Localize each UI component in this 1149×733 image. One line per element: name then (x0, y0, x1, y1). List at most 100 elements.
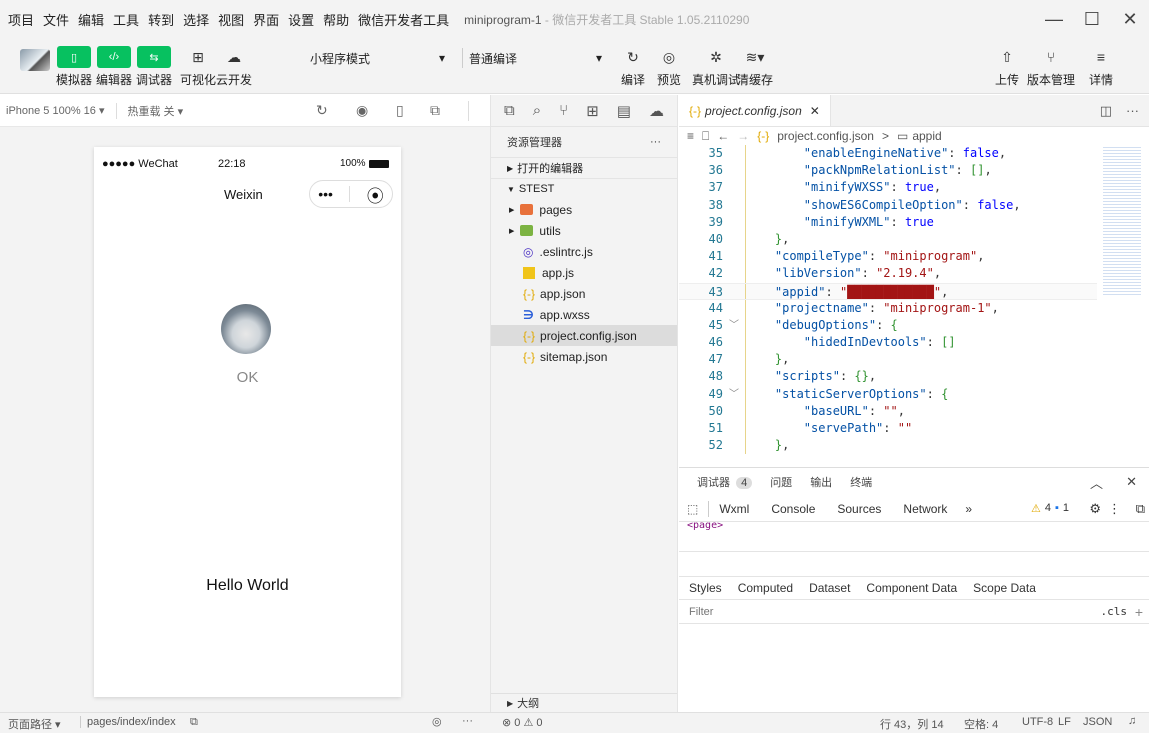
maximize-button[interactable]: ☐ (1073, 0, 1111, 38)
list-icon[interactable]: ≡ (687, 129, 694, 143)
real-debug-button[interactable]: ✲ 真机调试 (692, 46, 740, 88)
code-line[interactable]: 39 "minifyWXML": true (679, 213, 1149, 231)
code-line[interactable]: 52 }, (679, 437, 1149, 455)
wxml-page-node[interactable]: <page> (687, 522, 723, 531)
menu-view[interactable]: 视图 (218, 10, 244, 29)
code-line[interactable]: 36 "packNpmRelationList": [], (679, 162, 1149, 180)
fold-chevron-icon[interactable]: ﹀ (723, 317, 745, 334)
tab-terminal[interactable]: 终端 (850, 474, 872, 490)
tab-network[interactable]: Network (903, 502, 947, 516)
more-icon[interactable]: ••• (318, 186, 333, 202)
tree-item-sitemap[interactable]: {-} sitemap.json (491, 346, 677, 367)
menu-tools[interactable]: 工具 (113, 10, 139, 29)
tree-item-eslintrc[interactable]: ◎ .eslintrc.js (491, 241, 677, 262)
user-avatar[interactable] (221, 304, 271, 354)
device-select[interactable]: iPhone 5 100% 16 ▾ (6, 104, 104, 117)
tab-sources[interactable]: Sources (837, 502, 881, 516)
code-line[interactable]: 43 "appid": "████████████", (679, 282, 1149, 300)
details-button[interactable]: ≡ 详情 (1084, 46, 1118, 88)
kebab-menu-icon[interactable]: ⋮ (1108, 501, 1121, 517)
tree-item-utils[interactable]: ▶ utils (491, 220, 677, 241)
menu-wechat-devtools[interactable]: 微信开发者工具 (358, 10, 449, 29)
project-section[interactable]: ▼ STEST (491, 178, 677, 199)
extensions-icon[interactable]: ⊞ (586, 102, 599, 120)
tab-project-config[interactable]: {-} project.config.json ✕ (679, 95, 831, 126)
code-line[interactable]: 48 "scripts": {}, (679, 368, 1149, 386)
close-icon[interactable]: ✕ (1126, 474, 1137, 490)
tree-item-appjson[interactable]: {-} app.json (491, 283, 677, 304)
code-line[interactable]: 51 "servePath": "" (679, 420, 1149, 438)
forward-arrow-icon[interactable]: → (737, 129, 749, 143)
menu-file[interactable]: 文件 (43, 10, 69, 29)
visual-button[interactable]: ⊞ 可视化 (180, 46, 216, 88)
code-line[interactable]: 38 "showES6CompileOption": false, (679, 196, 1149, 214)
panel-icon[interactable]: ▤ (617, 102, 631, 120)
tab-output[interactable]: 输出 (810, 474, 832, 490)
outline-section[interactable]: ▶ 大纲 (491, 693, 677, 712)
tab-component-data[interactable]: Component Data (866, 581, 957, 595)
hot-reload-select[interactable]: 热重载 关 ▾ (116, 102, 183, 119)
code-line[interactable]: 40 }, (679, 230, 1149, 249)
line-ending[interactable]: LF (1058, 716, 1071, 728)
issue-counts[interactable]: ⚠ 4 ▪ 1 (1031, 502, 1069, 515)
dock-icon[interactable]: ⧉ (1136, 501, 1145, 517)
code-line[interactable]: 37 "minifyWXSS": true, (679, 179, 1149, 197)
breadcrumb-key[interactable]: appid (912, 129, 941, 143)
copy-icon[interactable]: ⧉ (190, 716, 198, 729)
debugger-button[interactable]: ⇆ 调试器 (136, 46, 172, 88)
menu-settings[interactable]: 设置 (288, 10, 314, 29)
gear-icon[interactable]: ⚙ (1089, 501, 1101, 517)
upload-button[interactable]: ⇧ 上传 (990, 46, 1024, 88)
tree-item-project-config[interactable]: {-} project.config.json (491, 325, 677, 346)
chevron-up-icon[interactable]: ︿ (1090, 473, 1103, 492)
problems-indicator[interactable]: ⊗ 0 ⚠ 0 (502, 716, 542, 729)
tab-styles[interactable]: Styles (689, 581, 722, 595)
files-icon[interactable]: ⧉ (504, 102, 515, 119)
menu-edit[interactable]: 编辑 (78, 10, 104, 29)
tab-dataset[interactable]: Dataset (809, 581, 850, 595)
version-button[interactable]: ⑂ 版本管理 (1027, 46, 1075, 88)
fold-chevron-icon[interactable]: ﹀ (723, 386, 745, 403)
cloud-button[interactable]: ☁ 云开发 (216, 46, 252, 88)
code-line[interactable]: 49 ﹀ "staticServerOptions": { (679, 385, 1149, 403)
bell-icon[interactable]: ♫ (1128, 715, 1136, 727)
encoding[interactable]: UTF-8 (1022, 716, 1053, 728)
breadcrumb-file[interactable]: project.config.json (777, 129, 874, 143)
search-icon[interactable]: ⌕ (533, 102, 541, 119)
more-icon[interactable]: ··· (462, 715, 473, 727)
menu-project[interactable]: 项目 (8, 10, 34, 29)
menu-interface[interactable]: 界面 (253, 10, 279, 29)
indentation[interactable]: 空格: 4 (964, 716, 998, 732)
compile-button[interactable]: ↻ 编译 (616, 46, 650, 88)
close-mini-icon[interactable]: ⦿ (367, 182, 384, 207)
tab-debugger[interactable]: 调试器 4 (697, 474, 753, 490)
user-avatar[interactable] (20, 49, 50, 71)
code-line[interactable]: 42 "libVersion": "2.19.4", (679, 265, 1149, 283)
window-icon[interactable]: ⧉ (430, 102, 440, 119)
clear-cache-button[interactable]: ≋▾ 清缓存 (737, 46, 773, 88)
simulator-button[interactable]: ▯ 模拟器 (56, 46, 92, 88)
code-line[interactable]: 50 "baseURL": "", (679, 402, 1149, 420)
code-line[interactable]: 44 "projectname": "miniprogram-1", (679, 299, 1149, 317)
more-icon[interactable]: ··· (650, 136, 661, 148)
rotate-icon[interactable]: ↻ (316, 102, 328, 119)
cursor-position[interactable]: 行 43，列 14 (880, 716, 944, 732)
inspect-icon[interactable]: ⬚ (687, 502, 698, 516)
source-control-icon[interactable]: ⑂ (559, 102, 568, 119)
language-mode[interactable]: JSON (1083, 716, 1112, 728)
cloud-icon[interactable]: ☁ (649, 102, 664, 120)
editor-button[interactable]: ‹/› 编辑器 (96, 46, 132, 88)
back-arrow-icon[interactable]: ← (717, 129, 729, 143)
tab-problems[interactable]: 问题 (770, 474, 792, 490)
menu-help[interactable]: 帮助 (323, 10, 349, 29)
tab-scope-data[interactable]: Scope Data (973, 581, 1036, 595)
compile-select[interactable]: 普通编译 ▾ (462, 48, 602, 68)
tree-item-appjs[interactable]: app.js (491, 262, 677, 283)
code-area[interactable]: 35 "enableEngineNative": false, 36 "packN… (679, 145, 1149, 467)
tab-computed[interactable]: Computed (738, 581, 793, 595)
menu-goto[interactable]: 转到 (148, 10, 174, 29)
preview-button[interactable]: ◎ 预览 (652, 46, 686, 88)
page-path-select[interactable]: 页面路径 ▾ (8, 716, 61, 732)
minimap[interactable] (1097, 145, 1149, 325)
more-icon[interactable]: ··· (1126, 103, 1139, 118)
